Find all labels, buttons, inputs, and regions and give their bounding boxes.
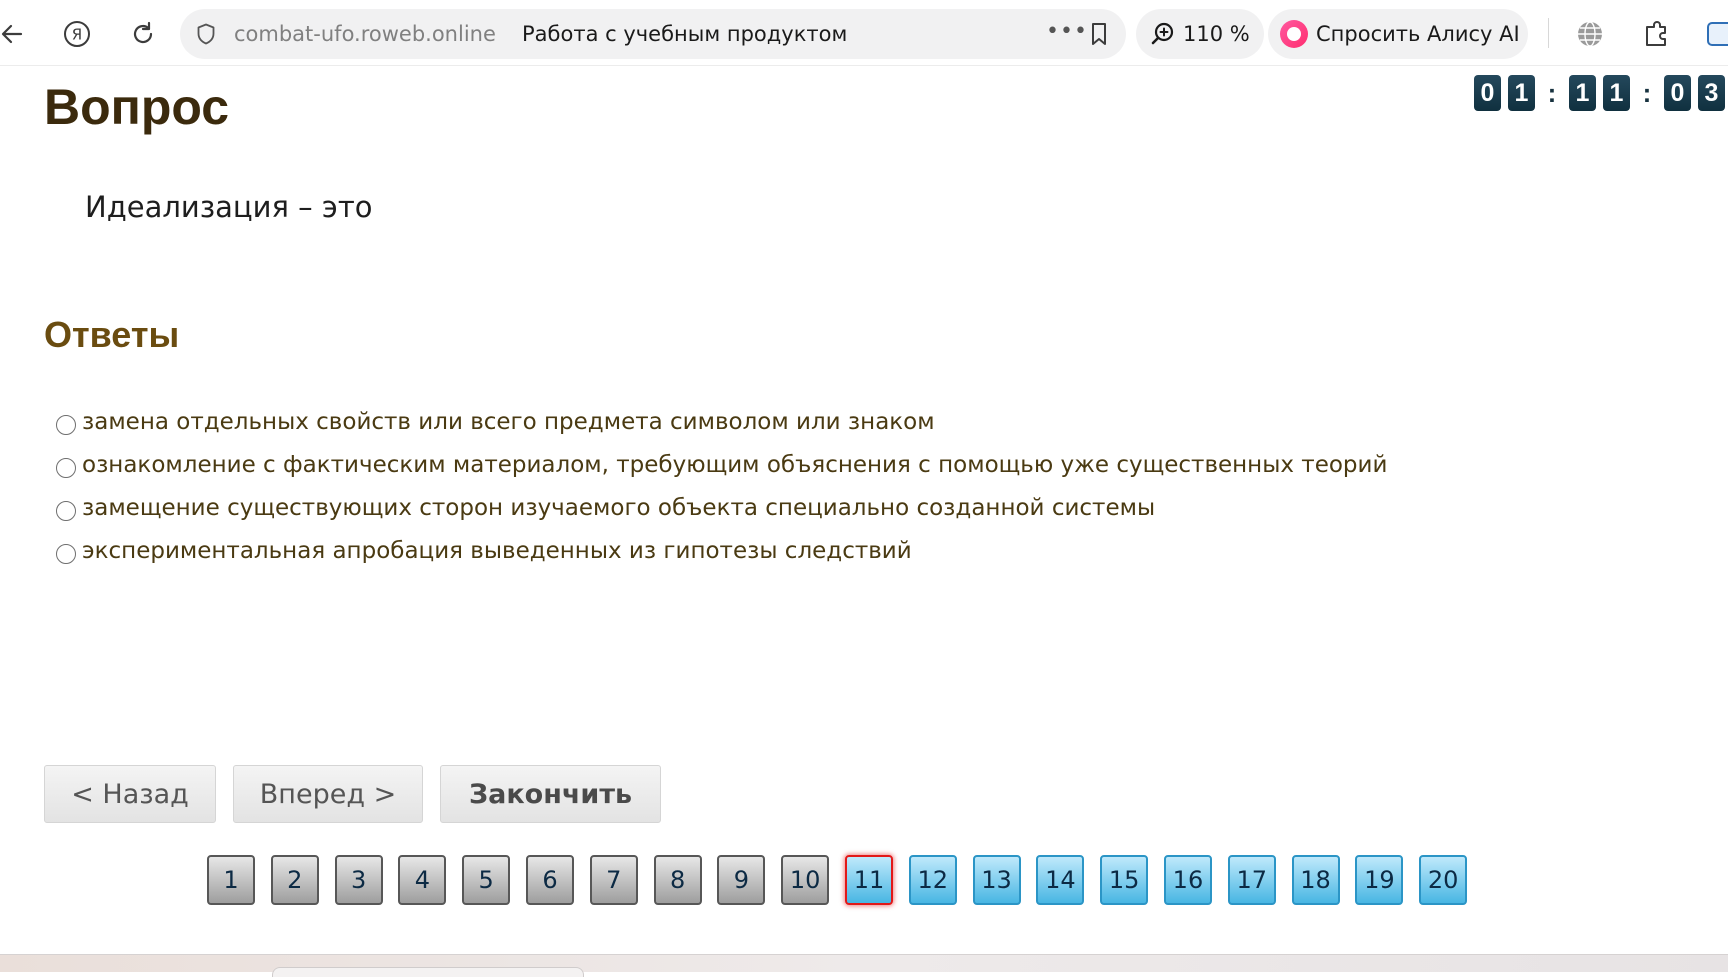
globe-icon[interactable] bbox=[1568, 12, 1612, 56]
bookmark-icon[interactable] bbox=[1086, 21, 1112, 47]
answer-option[interactable]: ознакомление с фактическим материалом, т… bbox=[56, 443, 1556, 486]
timer-digit: 0 bbox=[1664, 75, 1691, 111]
question-pagination: 1 2 3 4 5 6 7 8 9 10 11 12 13 14 15 16 1… bbox=[207, 855, 1468, 905]
browser-bottom-bar bbox=[0, 954, 1728, 977]
page-button-19[interactable]: 19 bbox=[1355, 855, 1404, 905]
zoom-icon bbox=[1151, 22, 1174, 45]
page-button-10[interactable]: 10 bbox=[781, 855, 830, 905]
back-arrow-icon[interactable] bbox=[0, 12, 34, 56]
question-text: Идеализация – это bbox=[85, 190, 373, 224]
page-button-2[interactable]: 2 bbox=[270, 855, 319, 905]
yandex-logo-icon[interactable]: Я bbox=[55, 12, 99, 56]
radio-button[interactable] bbox=[56, 543, 76, 564]
countdown-timer: 0 1 : 1 1 : 0 3 bbox=[1474, 75, 1728, 111]
answer-text[interactable]: замещение существующих сторон изучаемого… bbox=[82, 495, 1155, 521]
page-button-8[interactable]: 8 bbox=[653, 855, 702, 905]
answer-text[interactable]: замена отдельных свойств или всего предм… bbox=[82, 409, 935, 435]
timer-digit: 1 bbox=[1569, 75, 1596, 111]
timer-digit: 0 bbox=[1474, 75, 1501, 111]
page-button-9[interactable]: 9 bbox=[717, 855, 766, 905]
page-title: Вопрос bbox=[44, 79, 230, 135]
page-button-12[interactable]: 12 bbox=[908, 855, 957, 905]
page-button-20[interactable]: 20 bbox=[1419, 855, 1468, 905]
url-host[interactable]: combat-ufo.roweb.online bbox=[234, 9, 496, 59]
finish-button[interactable]: Закончить bbox=[440, 765, 661, 823]
page-button-6[interactable]: 6 bbox=[525, 855, 574, 905]
page-button-18[interactable]: 18 bbox=[1291, 855, 1340, 905]
toolbar-divider bbox=[1548, 18, 1549, 48]
back-button[interactable]: < Назад bbox=[44, 765, 216, 823]
page-button-4[interactable]: 4 bbox=[398, 855, 447, 905]
timer-separator: : bbox=[1547, 78, 1557, 108]
alice-icon bbox=[1280, 20, 1308, 48]
radio-button[interactable] bbox=[56, 457, 76, 478]
ask-alice-label: Спросить Алису AI bbox=[1316, 22, 1520, 46]
radio-button[interactable] bbox=[56, 414, 76, 435]
answer-text[interactable]: ознакомление с фактическим материалом, т… bbox=[82, 452, 1387, 478]
page-button-17[interactable]: 17 bbox=[1227, 855, 1276, 905]
extension-icon[interactable] bbox=[1634, 12, 1678, 56]
answer-text[interactable]: экспериментальная апробация выведенных и… bbox=[82, 538, 912, 564]
shield-icon[interactable] bbox=[194, 22, 218, 46]
answer-option[interactable]: замещение существующих сторон изучаемого… bbox=[56, 486, 1556, 529]
bottom-panel-tab bbox=[272, 967, 584, 977]
timer-separator: : bbox=[1642, 78, 1652, 108]
page-button-15[interactable]: 15 bbox=[1100, 855, 1149, 905]
answer-option[interactable]: экспериментальная апробация выведенных и… bbox=[56, 529, 1556, 572]
answer-list: замена отдельных свойств или всего предм… bbox=[56, 400, 1556, 572]
page-button-14[interactable]: 14 bbox=[1036, 855, 1085, 905]
tab-title: Работа с учебным продуктом bbox=[522, 22, 848, 46]
answers-heading: Ответы bbox=[44, 314, 180, 355]
page-button-1[interactable]: 1 bbox=[207, 855, 255, 905]
timer-digit: 1 bbox=[1603, 75, 1630, 111]
address-bar[interactable]: combat-ufo.roweb.online Работа с учебным… bbox=[180, 9, 1126, 59]
page-button-13[interactable]: 13 bbox=[972, 855, 1021, 905]
timer-digit: 3 bbox=[1698, 75, 1725, 111]
page-button-3[interactable]: 3 bbox=[334, 855, 383, 905]
page-button-5[interactable]: 5 bbox=[462, 855, 511, 905]
svg-text:Я: Я bbox=[72, 26, 82, 44]
zoom-indicator[interactable]: 110 % bbox=[1136, 9, 1264, 59]
zoom-level: 110 % bbox=[1183, 22, 1250, 46]
answer-option[interactable]: замена отдельных свойств или всего предм… bbox=[56, 400, 1556, 443]
reload-icon[interactable] bbox=[121, 12, 165, 56]
page-button-7[interactable]: 7 bbox=[589, 855, 638, 905]
browser-toolbar: Я combat-ufo.roweb.online Работа с учебн… bbox=[0, 0, 1728, 66]
page-button-16[interactable]: 16 bbox=[1163, 855, 1212, 905]
profile-icon[interactable] bbox=[1698, 12, 1728, 56]
forward-button[interactable]: Вперед > bbox=[233, 765, 423, 823]
radio-button[interactable] bbox=[56, 500, 76, 521]
ask-alice-button[interactable]: Спросить Алису AI bbox=[1268, 9, 1528, 59]
timer-digit: 1 bbox=[1508, 75, 1535, 111]
more-dots-icon[interactable]: ••• bbox=[1046, 9, 1088, 55]
page-button-11-current[interactable]: 11 bbox=[844, 855, 893, 905]
